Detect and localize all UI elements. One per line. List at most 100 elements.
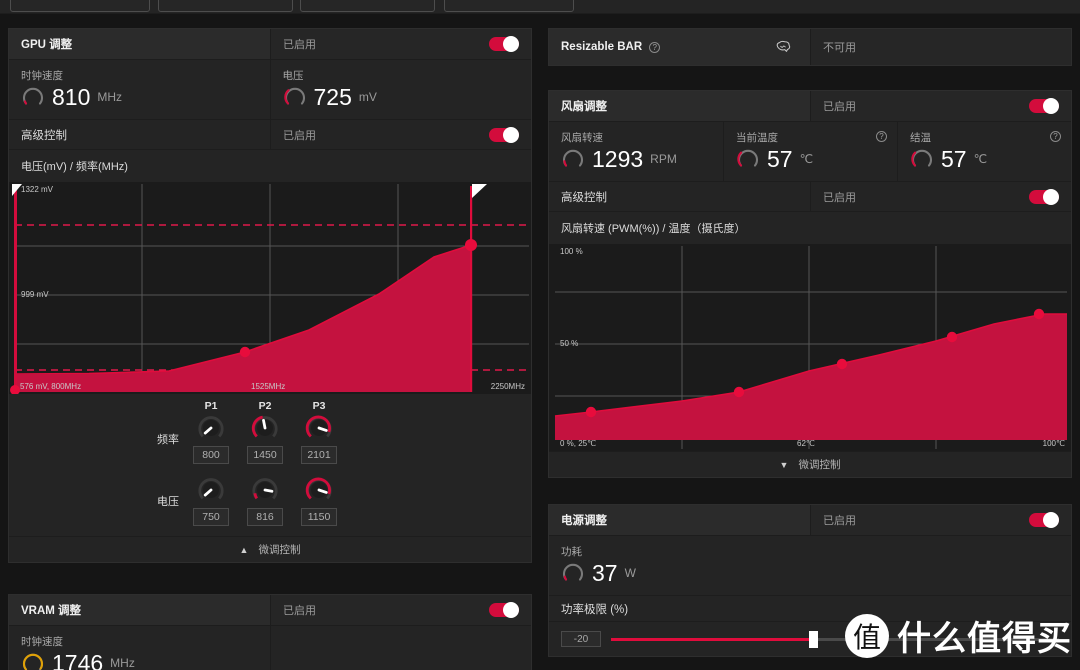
fan-curve-plot[interactable] bbox=[549, 244, 1071, 451]
x-tick-end: 100℃ bbox=[1042, 439, 1065, 448]
slider-thumb[interactable] bbox=[808, 630, 818, 648]
help-icon[interactable]: ? bbox=[876, 131, 887, 142]
fan-tuning-title: 风扇调整 bbox=[549, 91, 811, 121]
metric-unit: W bbox=[624, 566, 636, 580]
gpu-tuning-header: GPU 调整 已启用 bbox=[9, 29, 531, 59]
gpu-metrics-row: 时钟速度 810 MHz 电压 725 mV bbox=[9, 59, 531, 119]
vram-metrics-row: 时钟速度 1746 MHz bbox=[9, 625, 531, 670]
knob-value-input[interactable]: 800 bbox=[193, 446, 229, 464]
fan-tuning-toggle[interactable] bbox=[1029, 98, 1059, 114]
dial-icon[interactable] bbox=[197, 414, 225, 442]
fan-advanced-toggle[interactable] bbox=[1029, 188, 1059, 205]
metric-number: 57 bbox=[941, 145, 967, 172]
metric-value-row: 810 MHz bbox=[21, 85, 258, 109]
knob-col-p1: P1 bbox=[189, 400, 233, 412]
chevron-down-icon: ▼ bbox=[779, 459, 789, 470]
metric-label: 时钟速度 bbox=[21, 636, 63, 648]
gauge-icon bbox=[23, 87, 43, 105]
metric-unit: MHz bbox=[110, 656, 135, 670]
dial-icon[interactable] bbox=[197, 476, 225, 504]
vram-tuning-title: VRAM 调整 bbox=[9, 595, 271, 625]
metric-unit: ℃ bbox=[973, 152, 988, 166]
toggle-knob bbox=[503, 126, 519, 143]
knob-value-input[interactable]: 816 bbox=[247, 508, 283, 526]
toggle-knob bbox=[503, 36, 519, 52]
knob-col-p2: P2 bbox=[243, 400, 287, 412]
gpu-advanced-control-row: 高级控制 已启用 bbox=[9, 119, 531, 149]
knob-col-p3: P3 bbox=[297, 400, 341, 412]
fan-fine-tune-toggle[interactable]: ▼ 微调控制 bbox=[549, 451, 1071, 477]
left-column: GPU 调整 已启用 时钟速度 810 MHz 电压 725 mV 高级控制 已… bbox=[0, 0, 540, 670]
metric-current-temp: 当前温度 ? 57 ℃ bbox=[724, 122, 898, 181]
state-knob-grid: P1 P2 P3 频率 800 1450 2101 电压 750 816 115… bbox=[9, 394, 531, 536]
power-tuning-title: 电源调整 bbox=[549, 505, 811, 535]
dial-icon[interactable] bbox=[251, 414, 279, 442]
toggle-knob bbox=[1043, 188, 1059, 205]
x-tick-start: 0 %, 25℃ bbox=[560, 439, 597, 448]
voltage-frequency-plot[interactable] bbox=[9, 182, 531, 395]
knob-col-label: P3 bbox=[312, 400, 326, 412]
dial-icon[interactable] bbox=[305, 476, 333, 504]
metric-gpu-voltage: 电压 725 mV bbox=[271, 60, 532, 119]
vram-tuning-card: VRAM 调整 已启用 时钟速度 1746 MHz bbox=[8, 594, 532, 670]
gpu-tuning-card: GPU 调整 已启用 时钟速度 810 MHz 电压 725 mV 高级控制 已… bbox=[8, 28, 532, 563]
knob-value-input[interactable]: 1150 bbox=[301, 508, 337, 526]
resizable-bar-card: Resizable BAR ? 不可用 bbox=[548, 28, 1072, 66]
fan-advanced-label: 高级控制 bbox=[549, 182, 811, 211]
help-icon[interactable]: ? bbox=[649, 41, 661, 53]
metric-number: 725 bbox=[313, 83, 352, 110]
gpu-tuning-title: GPU 调整 bbox=[9, 29, 271, 59]
fan-tuning-header: 风扇调整 已启用 bbox=[549, 91, 1071, 121]
gpu-advanced-state-label: 已启用 bbox=[283, 129, 316, 142]
resizable-bar-title: Resizable BAR bbox=[561, 41, 643, 53]
power-tuning-state-cell: 已启用 bbox=[811, 505, 1071, 535]
voltage-frequency-chart[interactable]: 1322 mV 999 mV 576 mV, 800MHz 1525MHz 22… bbox=[9, 182, 531, 395]
knob-row-voltage: 电压 750 816 1150 bbox=[9, 476, 531, 526]
fan-tuning-card: 风扇调整 已启用 风扇转速 1293 RPM 当前温度 ? 57 ℃ 结温 ? … bbox=[548, 90, 1072, 478]
fan-curve-chart[interactable]: 100 % 50 % 0 %, 25℃ 62℃ 100℃ bbox=[549, 244, 1071, 451]
watermark: 值 什么值得买 bbox=[845, 611, 1072, 660]
resizable-bar-state-label: 不可用 bbox=[823, 42, 856, 54]
knob-cell-volt-p1[interactable]: 750 bbox=[189, 476, 233, 526]
metric-number: 37 bbox=[592, 559, 618, 586]
knob-cell-freq-p1[interactable]: 800 bbox=[189, 414, 233, 464]
fan-curve-chart-title: 风扇转速 (PWM(%)) / 温度（摄氏度） bbox=[549, 211, 1071, 244]
gauge-icon bbox=[911, 149, 932, 167]
dial-icon[interactable] bbox=[251, 476, 279, 504]
metric-label: 风扇转速 bbox=[561, 132, 603, 144]
power-tuning-toggle[interactable] bbox=[1029, 512, 1059, 528]
brain-icon bbox=[776, 40, 791, 52]
gpu-tuning-toggle[interactable] bbox=[489, 36, 519, 52]
power-limit-value[interactable]: -20 bbox=[561, 631, 601, 647]
vram-tuning-header: VRAM 调整 已启用 bbox=[9, 595, 531, 625]
toggle-knob bbox=[1043, 512, 1059, 528]
knob-value-input[interactable]: 750 bbox=[193, 508, 229, 526]
knob-col-label: P2 bbox=[258, 400, 272, 412]
knob-cell-freq-p3[interactable]: 2101 bbox=[297, 414, 341, 464]
vram-tuning-toggle[interactable] bbox=[489, 602, 519, 618]
knob-cell-volt-p2[interactable]: 816 bbox=[243, 476, 287, 526]
dial-icon[interactable] bbox=[305, 414, 333, 442]
fan-advanced-state-label: 已启用 bbox=[823, 191, 856, 204]
knob-value-input[interactable]: 2101 bbox=[301, 446, 337, 464]
gpu-fine-tune-toggle[interactable]: ▲ 微调控制 bbox=[9, 536, 531, 562]
gpu-tuning-state-label: 已启用 bbox=[283, 39, 316, 51]
metric-junction-temp: 结温 ? 57 ℃ bbox=[898, 122, 1071, 181]
metric-number: 1746 bbox=[52, 649, 104, 670]
resizable-bar-title-cell: Resizable BAR ? bbox=[549, 29, 811, 65]
help-icon[interactable]: ? bbox=[1050, 131, 1061, 142]
toggle-knob bbox=[1043, 98, 1059, 114]
watermark-text: 什么值得买 bbox=[897, 620, 1072, 658]
knob-cell-freq-p2[interactable]: 1450 bbox=[243, 414, 287, 464]
metric-label: 结温 bbox=[910, 132, 931, 144]
gpu-advanced-label: 高级控制 bbox=[9, 120, 271, 149]
x-tick-mid: 62℃ bbox=[797, 439, 815, 448]
metric-unit: mV bbox=[358, 90, 377, 104]
metric-gpu-clock: 时钟速度 810 MHz bbox=[9, 60, 271, 119]
gpu-advanced-toggle[interactable] bbox=[489, 126, 519, 143]
fan-advanced-state-cell: 已启用 bbox=[811, 182, 1071, 211]
gauge-icon bbox=[737, 149, 758, 167]
fan-tuning-state-label: 已启用 bbox=[823, 101, 856, 113]
knob-value-input[interactable]: 1450 bbox=[247, 446, 283, 464]
knob-cell-volt-p3[interactable]: 1150 bbox=[297, 476, 341, 526]
